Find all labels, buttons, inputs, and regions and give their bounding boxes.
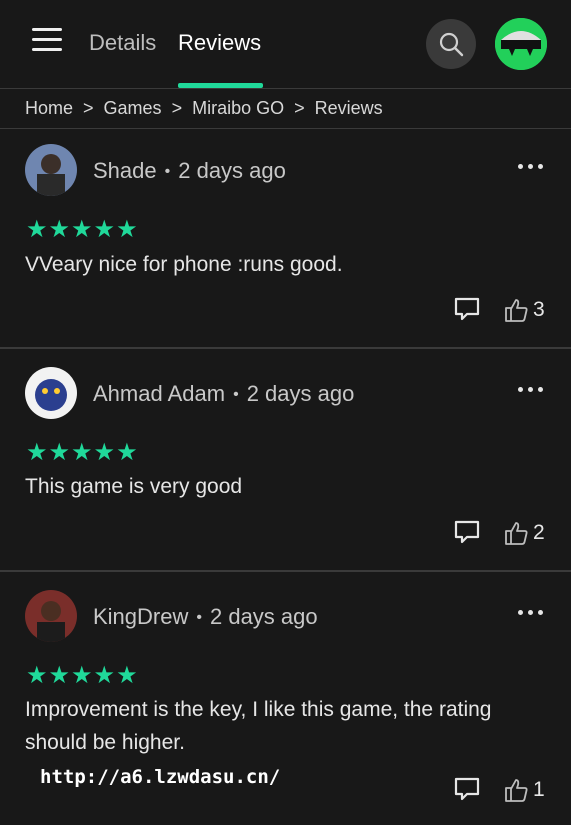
star-rating: ★★★★★	[26, 439, 139, 466]
review-author[interactable]: Ahmad Adam	[93, 381, 225, 406]
star-rating: ★★★★★	[26, 216, 139, 243]
separator-dot: •	[233, 386, 239, 404]
review-author[interactable]: KingDrew	[93, 604, 188, 629]
like-count: 2	[533, 521, 545, 544]
top-bar: Details Reviews	[0, 0, 571, 89]
thumbs-up-icon	[505, 299, 528, 322]
hamburger-menu-icon[interactable]	[32, 28, 62, 52]
search-icon	[439, 32, 464, 57]
review-time: 2 days ago	[178, 158, 286, 183]
more-options-icon[interactable]	[516, 161, 546, 173]
review-time: 2 days ago	[246, 381, 355, 406]
breadcrumb-games[interactable]: Games	[104, 98, 162, 118]
review-text: This game is very good	[25, 475, 243, 498]
avatar[interactable]	[25, 590, 77, 642]
like-count: 1	[533, 778, 545, 801]
thumbs-up-icon	[505, 522, 528, 545]
review-text: VVeary nice for phone :runs good.	[25, 253, 343, 276]
review-text: Improvement is the key, I like this game…	[25, 698, 492, 754]
avatar-photo-icon	[25, 144, 77, 196]
breadcrumb-game[interactable]: Miraibo GO	[192, 98, 284, 118]
review-author-line: Ahmad Adam • 2 days ago	[93, 381, 354, 407]
comment-icon	[454, 520, 480, 544]
profile-mascot-icon	[495, 18, 547, 70]
review-card: Ahmad Adam • 2 days ago ★★★★★ This game is…	[0, 349, 571, 571]
thumbs-up-icon	[505, 779, 528, 802]
review-author-line: KingDrew • 2 days ago	[93, 604, 318, 630]
watermark-text: http://a6.lzwdasu.cn/	[40, 766, 281, 788]
more-options-icon[interactable]	[516, 384, 546, 396]
star-rating: ★★★★★	[26, 662, 139, 689]
active-tab-indicator	[178, 83, 263, 88]
comment-icon	[454, 297, 480, 321]
like-button[interactable]: 3	[503, 297, 553, 323]
avatar-photo-icon	[25, 590, 77, 642]
breadcrumb-home[interactable]: Home	[25, 98, 73, 118]
like-count: 3	[533, 298, 545, 321]
breadcrumb-separator: >	[83, 98, 94, 118]
like-button[interactable]: 2	[503, 520, 553, 546]
separator-dot: •	[196, 609, 202, 627]
breadcrumb-separator: >	[171, 98, 183, 118]
breadcrumb: Home > Games > Miraibo GO > Reviews	[25, 98, 383, 119]
review-author[interactable]: Shade	[93, 158, 157, 183]
user-avatar[interactable]	[495, 18, 547, 70]
review-time: 2 days ago	[209, 604, 318, 629]
comment-icon	[454, 777, 480, 801]
divider	[0, 128, 571, 129]
reply-button[interactable]	[453, 519, 481, 545]
breadcrumb-separator: >	[294, 98, 305, 118]
separator-dot: •	[164, 163, 171, 181]
tab-reviews[interactable]: Reviews	[178, 30, 261, 56]
avatar-cartoon-icon	[25, 367, 77, 419]
reply-button[interactable]	[453, 776, 481, 802]
like-button[interactable]: 1	[503, 777, 553, 803]
review-author-line: Shade • 2 days ago	[93, 158, 286, 184]
reply-button[interactable]	[453, 296, 481, 322]
tab-details[interactable]: Details	[89, 30, 156, 56]
breadcrumb-reviews: Reviews	[314, 98, 383, 118]
review-card: Shade • 2 days ago ★★★★★ VVeary nice for p…	[0, 130, 571, 348]
search-button[interactable]	[426, 19, 476, 69]
more-options-icon[interactable]	[516, 607, 546, 619]
avatar[interactable]	[25, 144, 77, 196]
avatar[interactable]	[25, 367, 77, 419]
